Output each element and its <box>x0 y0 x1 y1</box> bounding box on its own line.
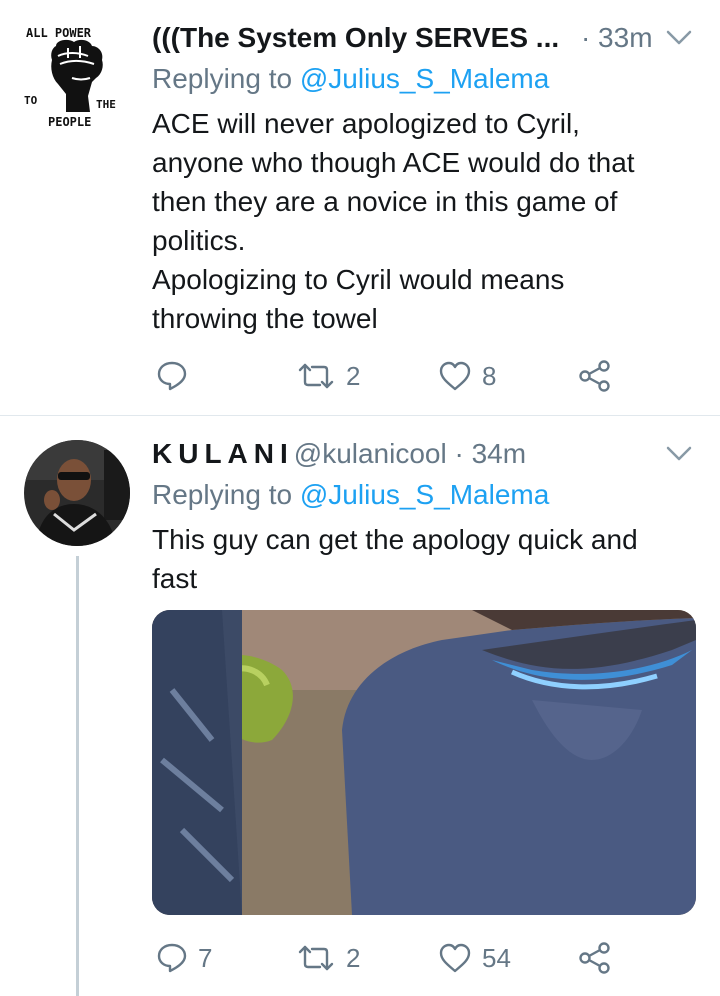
timestamp[interactable]: 34m <box>472 438 526 469</box>
share-icon <box>579 360 610 392</box>
retweet-button[interactable]: 2 <box>296 356 360 396</box>
thread-line <box>76 556 79 996</box>
tweet-header: (((The System Only SERVES ... · 33m <box>152 20 653 56</box>
separator-dot: · <box>454 438 464 469</box>
tweet-text-line: ACE will never apologized to Cyril, <box>152 108 580 139</box>
tweet-text-line: throwing the towel <box>152 303 378 334</box>
avatar-text-line1: ALL POWER <box>26 26 92 40</box>
reply-button[interactable] <box>156 356 198 396</box>
tweet[interactable]: ALL POWER TO THE PEOPLE (((The System On… <box>0 0 720 415</box>
reply-count: 7 <box>198 942 213 973</box>
tweet-text: ACE will never apologized to Cyril, anyo… <box>152 104 692 338</box>
reply-icon <box>157 943 187 973</box>
tweet-text-line: anyone who though ACE would do that <box>152 147 635 178</box>
tweet-text-line: Apologizing to Cyril would means <box>152 264 565 295</box>
share-button[interactable] <box>578 938 612 978</box>
display-name[interactable]: KULANI <box>152 438 294 469</box>
retweet-icon <box>298 363 334 389</box>
raised-fist-icon: ALL POWER TO THE PEOPLE <box>24 26 116 129</box>
mention-link[interactable]: @Julius_S_Malema <box>300 63 549 94</box>
tweet-text: This guy can get the apology quick and f… <box>152 520 692 598</box>
tweet-header: KULANI@kulanicool · 34m <box>152 436 526 472</box>
replying-to: Replying to @Julius_S_Malema <box>152 62 549 96</box>
tweet-text-line: This guy can get the apology quick and <box>152 524 638 555</box>
like-count: 54 <box>482 942 511 973</box>
tweet-text-line: politics. <box>152 225 246 256</box>
mention-link[interactable]: @Julius_S_Malema <box>300 479 549 510</box>
reply-button[interactable]: 7 <box>156 938 212 978</box>
user-handle[interactable]: @kulanicool <box>294 438 447 469</box>
chevron-down-icon[interactable] <box>666 446 692 462</box>
profile-photo <box>24 440 130 546</box>
tweet-photo[interactable] <box>152 610 696 915</box>
heart-icon <box>439 361 471 391</box>
tweet[interactable]: KULANI@kulanicool · 34m Replying to @Jul… <box>0 416 720 996</box>
retweet-count: 2 <box>346 360 361 391</box>
share-icon <box>579 942 610 974</box>
timestamp[interactable]: 33m <box>598 22 652 53</box>
replying-prefix: Replying to <box>152 479 293 510</box>
avatar[interactable] <box>24 440 130 546</box>
like-button[interactable]: 8 <box>438 356 496 396</box>
photo-image <box>152 610 696 915</box>
chevron-down-icon[interactable] <box>666 30 692 46</box>
separator-dot: · <box>580 22 591 53</box>
avatar-text-line2-left: TO <box>24 94 38 107</box>
like-button[interactable]: 54 <box>438 938 511 978</box>
replying-prefix: Replying to <box>152 63 293 94</box>
retweet-button[interactable]: 2 <box>296 938 360 978</box>
like-count: 8 <box>482 360 497 391</box>
heart-icon <box>439 943 471 973</box>
avatar-text-line2-right: THE <box>96 98 116 111</box>
tweet-text-line: fast <box>152 563 198 594</box>
share-button[interactable] <box>578 356 612 396</box>
avatar-text-line3: PEOPLE <box>48 115 91 129</box>
tweet-text-line: then they are a novice in this game of <box>152 186 618 217</box>
retweet-count: 2 <box>346 942 361 973</box>
retweet-icon <box>298 945 334 971</box>
avatar[interactable]: ALL POWER TO THE PEOPLE <box>22 22 130 130</box>
reply-icon <box>157 361 187 391</box>
replying-to: Replying to @Julius_S_Malema <box>152 478 549 512</box>
display-name[interactable]: (((The System Only SERVES ... <box>152 22 559 53</box>
